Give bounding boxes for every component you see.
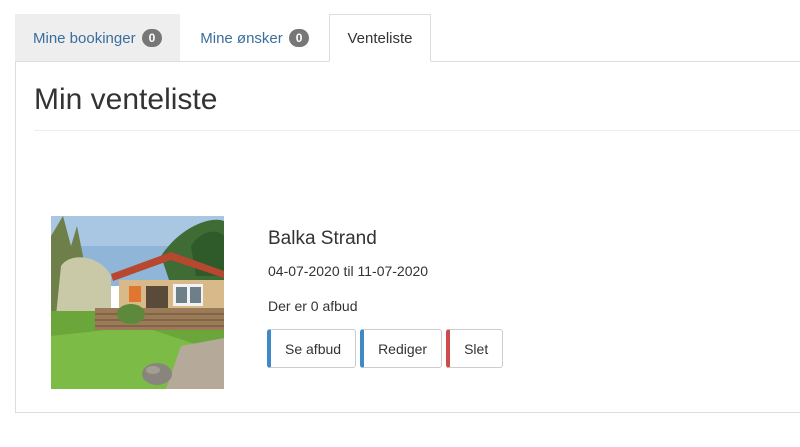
- tab-waitlist[interactable]: Venteliste: [329, 14, 431, 62]
- item-dates: 04-07-2020 til 11-07-2020: [268, 263, 429, 279]
- house-photo: [51, 216, 224, 389]
- delete-button[interactable]: Slet: [446, 329, 504, 368]
- tab-bar: Mine bookinger 0 Mine ønsker 0 Ventelist…: [15, 13, 800, 62]
- edit-button[interactable]: Rediger: [360, 329, 443, 368]
- action-buttons: Se afbud Rediger Slet: [267, 329, 504, 368]
- page-title: Min venteliste: [34, 83, 218, 116]
- tab-my-wishes[interactable]: Mine ønsker 0: [182, 14, 327, 61]
- tab-label: Mine ønsker: [200, 29, 283, 47]
- divider: [34, 130, 800, 131]
- tab-panel: Min venteliste Balka Strand 04-07-2020 t…: [15, 61, 800, 413]
- tab-my-bookings[interactable]: Mine bookinger 0: [15, 14, 181, 61]
- view-cancellations-button[interactable]: Se afbud: [267, 329, 357, 368]
- count-badge: 0: [141, 29, 163, 47]
- cancellation-count: Der er 0 afbud: [268, 298, 358, 314]
- count-badge: 0: [288, 29, 310, 47]
- tab-label: Venteliste: [347, 29, 413, 47]
- item-title: Balka Strand: [268, 228, 377, 249]
- tab-label: Mine bookinger: [33, 29, 136, 47]
